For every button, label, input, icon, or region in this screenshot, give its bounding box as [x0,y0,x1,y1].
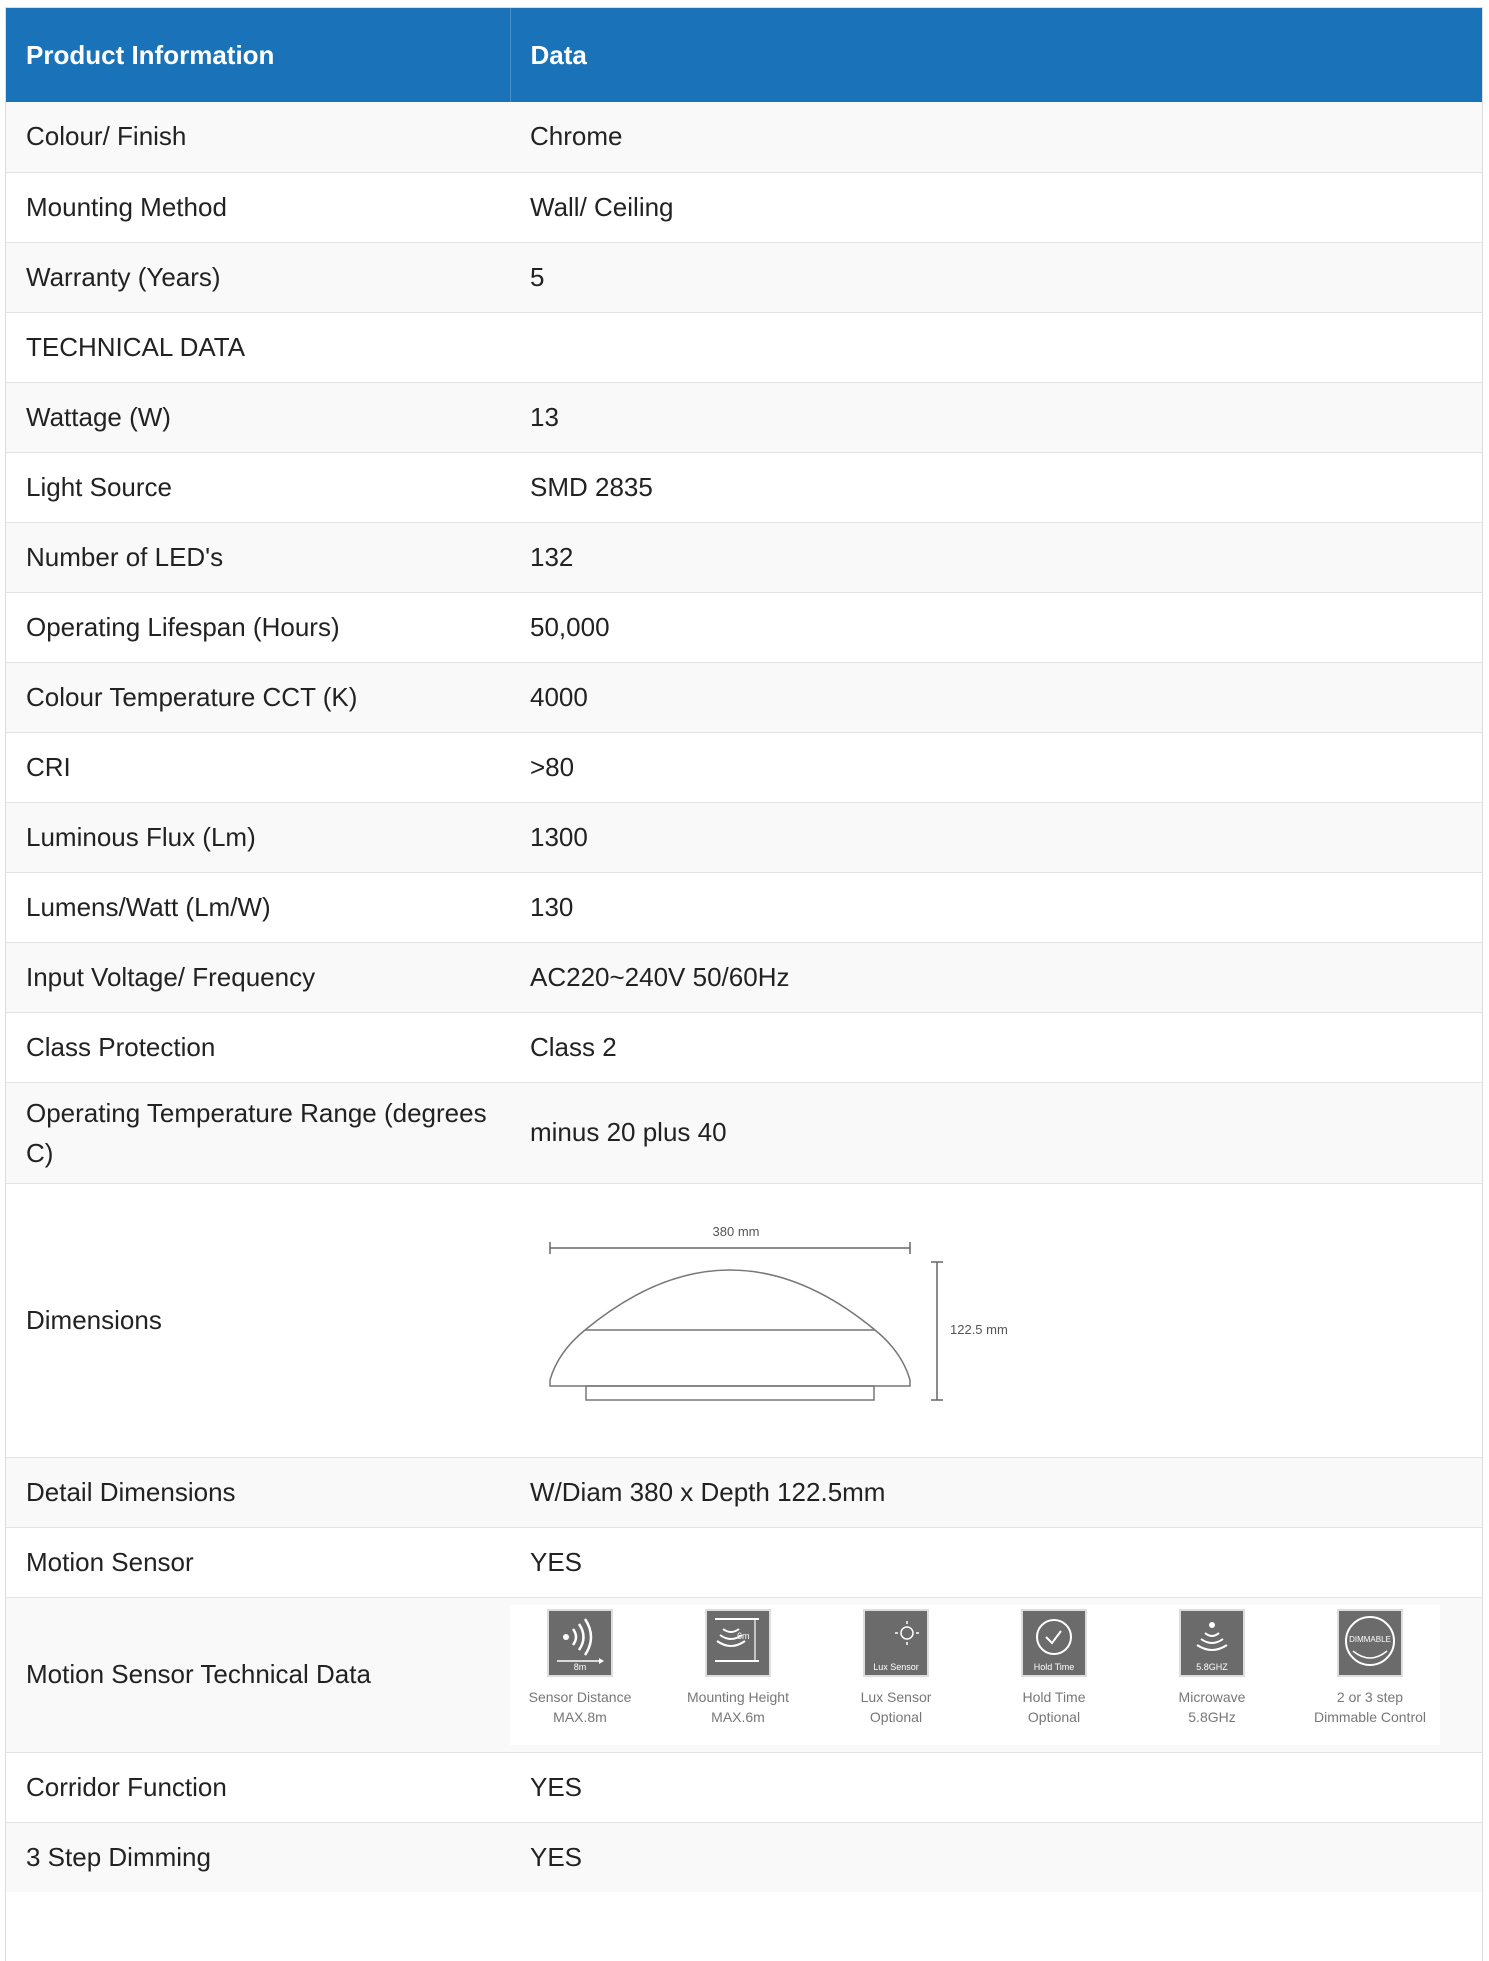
row-label: Dimensions [6,1183,510,1458]
hold-time-icon: Hold Time [1021,1608,1087,1677]
row-value: Class 2 [510,1012,1482,1083]
table-header-row: Product Information Data [6,8,1482,102]
table-row: Colour Temperature CCT (K) 4000 [6,662,1482,733]
lux-sensor-icon: Lux Sensor [863,1608,929,1677]
height-dimension-label: 122.5 mm [950,1322,1008,1337]
table-row: CRI >80 [6,732,1482,803]
row-value [510,312,1482,383]
row-label: Warranty (Years) [6,242,510,313]
row-label: CRI [6,732,510,803]
table-row: Lumens/Watt (Lm/W) 130 [6,872,1482,943]
sensor-icon-badge: DIMMABLE [1349,1634,1391,1644]
row-value: 13 [510,382,1482,453]
sensor-feature: 6m Mounting Height MAX.6m [668,1608,808,1745]
luminaire-outline-drawing: 380 mm 122.5 mm [549,1224,1008,1401]
row-value: YES [510,1752,1482,1823]
row-label: Colour Temperature CCT (K) [6,662,510,733]
table-row: TECHNICAL DATA [6,312,1482,383]
row-value: YES [510,1527,1482,1598]
sensor-icon-badge: 5.8GHZ [1196,1661,1228,1672]
row-value: 50,000 [510,592,1482,663]
row-value: 132 [510,522,1482,593]
row-value: minus 20 plus 40 [510,1082,1482,1184]
row-label: Light Source [6,452,510,523]
table-row: Dimensions 380 mm 122.5 mm [6,1183,1482,1458]
sensor-caption: Sensor Distance MAX.8m [528,1688,632,1725]
table-row: Luminous Flux (Lm) 1300 [6,802,1482,873]
table-row: Operating Temperature Range (degrees C) m… [6,1082,1482,1184]
table-row: Corridor Function YES [6,1752,1482,1823]
section-heading-technical-data: TECHNICAL DATA [6,312,510,383]
table-row: Light Source SMD 2835 [6,452,1482,523]
row-label: Colour/ Finish [6,102,510,173]
row-label: Corridor Function [6,1752,510,1823]
table-row: Warranty (Years) 5 [6,242,1482,313]
table-row: Colour/ Finish Chrome [6,102,1482,173]
header-data: Data [530,39,587,70]
sensor-distance-icon: 8m [547,1608,613,1677]
sensor-caption: Hold Time Optional [1022,1688,1086,1725]
mounting-height-icon: 6m [705,1608,771,1677]
row-label: Motion Sensor Technical Data [6,1597,510,1753]
sensor-icon-badge: 6m [737,1630,750,1641]
product-spec-table: Product Information Data Colour/ Finish C… [6,8,1482,1892]
row-value: 130 [510,872,1482,943]
sensor-icon-badge: 8m [573,1661,587,1672]
row-label: Motion Sensor [6,1527,510,1598]
row-value: >80 [510,732,1482,803]
sensor-feature: DIMMABLE 2 or 3 step Dimmable Control [1300,1608,1440,1745]
sensor-icon-strip: 8m Sensor Distance MAX.8m 6m Mounting Hei… [510,1604,1440,1745]
table-row: Number of LED's 132 [6,522,1482,593]
row-value: 4000 [510,662,1482,733]
dimmable-icon: DIMMABLE [1337,1608,1403,1677]
row-label: Class Protection [6,1012,510,1083]
row-label: Input Voltage/ Frequency [6,942,510,1013]
microwave-icon: 5.8GHZ [1179,1608,1245,1677]
sensor-icons-cell: 8m Sensor Distance MAX.8m 6m Mounting Hei… [510,1597,1482,1753]
sensor-caption: Mounting Height MAX.6m [687,1688,789,1725]
row-value: Chrome [510,102,1482,173]
row-value: SMD 2835 [510,452,1482,523]
row-label: Mounting Method [6,172,510,243]
row-label: Operating Temperature Range (degrees C) [6,1082,510,1184]
row-value: W/Diam 380 x Depth 122.5mm [510,1457,1482,1528]
sensor-feature: Lux Sensor Lux Sensor Optional [826,1608,966,1745]
sensor-icon-badge: Hold Time [1033,1661,1075,1672]
sensor-caption: 2 or 3 step Dimmable Control [1313,1688,1427,1725]
row-label: Number of LED's [6,522,510,593]
row-label: 3 Step Dimming [26,1841,211,1872]
row-label: Luminous Flux (Lm) [6,802,510,873]
table-row: Input Voltage/ Frequency AC220~240V 50/60… [6,942,1482,1013]
sensor-icon-badge: Lux Sensor [873,1661,919,1672]
spec-table-container: Product Information Data Colour/ Finish C… [5,7,1483,1961]
sensor-caption: Microwave 5.8GHz [1178,1688,1246,1725]
table-row: Motion Sensor YES [6,1527,1482,1598]
table-row: Wattage (W) 13 [6,382,1482,453]
dimensions-drawing: 380 mm 122.5 mm [530,1202,1110,1438]
row-value: AC220~240V 50/60Hz [510,942,1482,1013]
table-row: Detail Dimensions W/Diam 380 x Depth 122.… [6,1457,1482,1528]
row-label: Lumens/Watt (Lm/W) [6,872,510,943]
row-value: 1300 [510,802,1482,873]
row-value: Wall/ Ceiling [510,172,1482,243]
table-row: Motion Sensor Technical Data 8m Sensor D… [6,1597,1482,1753]
sensor-feature: Hold Time Hold Time Optional [984,1608,1124,1745]
sensor-caption: Lux Sensor Optional [860,1688,932,1725]
dimensions-figure-cell: 380 mm 122.5 mm [510,1183,1482,1458]
sensor-feature: 8m Sensor Distance MAX.8m [510,1608,650,1745]
table-row: 3 Step Dimming YES [6,1822,1482,1892]
row-label: Wattage (W) [6,382,510,453]
table-row: Operating Lifespan (Hours) 50,000 [6,592,1482,663]
row-label: Detail Dimensions [6,1457,510,1528]
table-row: Mounting Method Wall/ Ceiling [6,172,1482,243]
header-product-information: Product Information [6,8,511,102]
row-label: Operating Lifespan (Hours) [6,592,510,663]
row-value: 5 [510,242,1482,313]
table-row: Class Protection Class 2 [6,1012,1482,1083]
sensor-feature: 5.8GHZ Microwave 5.8GHz [1142,1608,1282,1745]
width-dimension-label: 380 mm [713,1224,760,1239]
row-value: YES [530,1841,583,1872]
